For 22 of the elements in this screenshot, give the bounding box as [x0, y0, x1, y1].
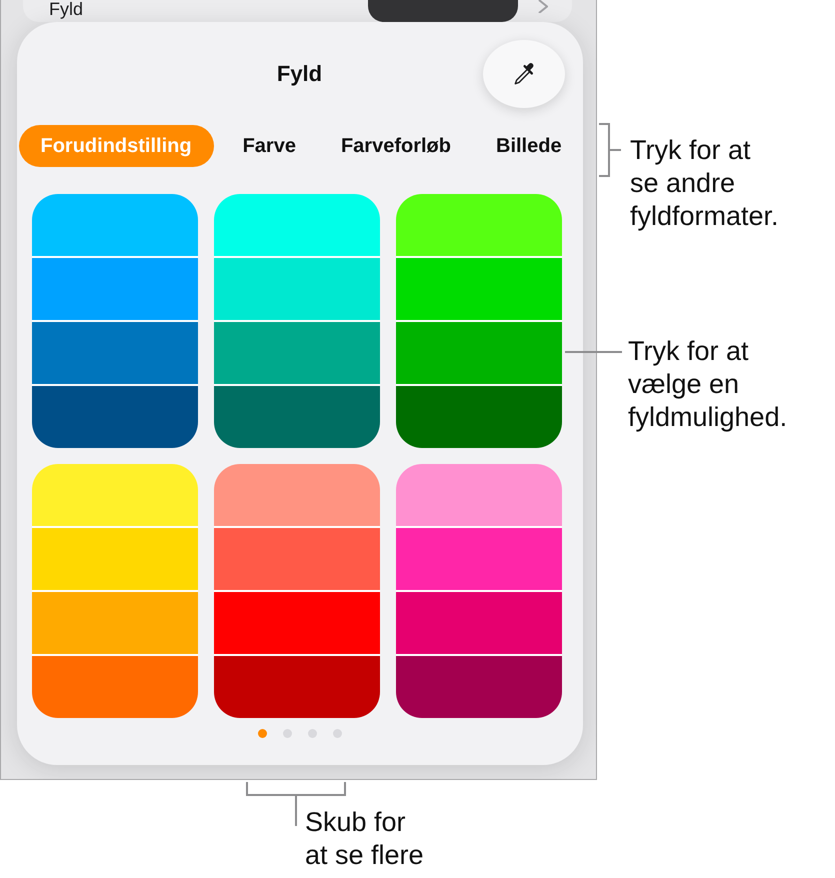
callout-text: Tryk for at vælge en fyldmulighed.	[628, 335, 788, 434]
tab[interactable]: Billede	[480, 125, 578, 167]
page-dot[interactable]	[282, 729, 292, 738]
page-dot[interactable]	[332, 729, 342, 738]
tab[interactable]: Farveforløb	[324, 125, 467, 167]
color-swatch[interactable]	[214, 194, 380, 448]
color-well[interactable]	[368, 0, 518, 22]
color-swatch[interactable]	[396, 194, 562, 448]
row-label: Fyld	[49, 0, 84, 19]
color-swatch[interactable]	[214, 464, 380, 718]
chevron-icon	[538, 0, 548, 13]
page-dot[interactable]	[258, 729, 266, 738]
leader-line	[565, 351, 622, 353]
tab[interactable]: Farve	[226, 125, 312, 167]
callout-bracket	[599, 123, 621, 177]
callout-text: Skub for at se flere	[305, 806, 424, 872]
page-dot[interactable]	[308, 729, 316, 738]
popover-title: Fyld	[276, 61, 322, 87]
color-swatch[interactable]	[32, 194, 198, 448]
color-swatch[interactable]	[396, 464, 562, 718]
callout-text: Tryk for at se andre fyldformater.	[630, 134, 779, 233]
color-swatch[interactable]	[32, 464, 198, 718]
